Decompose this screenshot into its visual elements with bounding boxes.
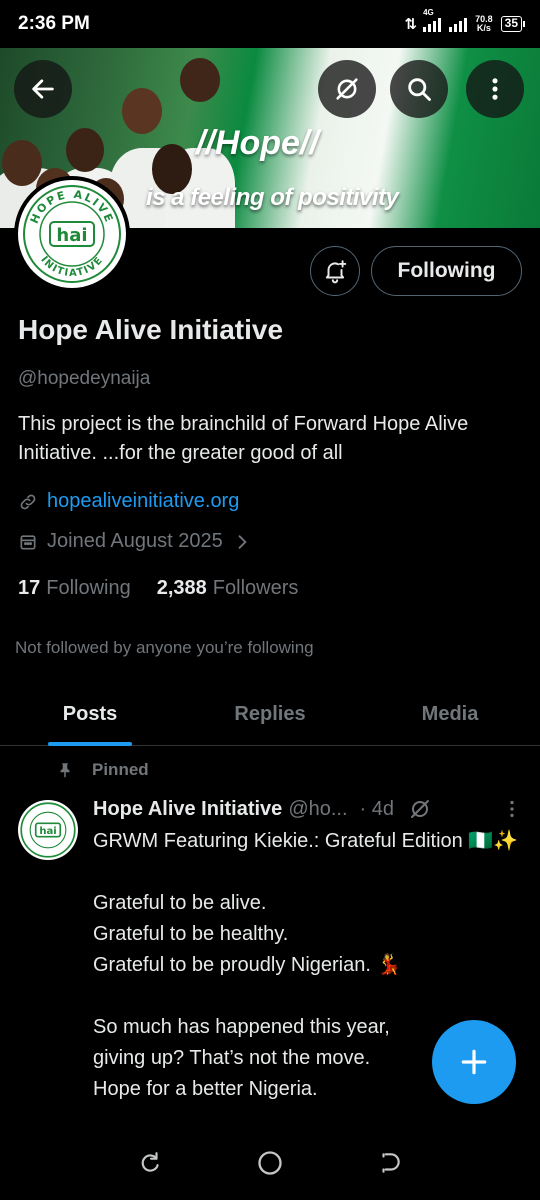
compose-fab[interactable] — [432, 1020, 516, 1104]
tab-posts[interactable]: Posts — [0, 684, 180, 745]
website-link[interactable]: hopealiveinitiative.org — [47, 490, 239, 513]
banner-subline: is a feeling of positivity — [146, 184, 399, 211]
system-nav-bar — [0, 1130, 540, 1200]
joined-row[interactable]: Joined August 2025 — [18, 530, 252, 553]
hai-logo-small: hai — [20, 802, 76, 858]
post-author-handle[interactable]: @ho... — [288, 798, 347, 821]
post-more-button[interactable] — [501, 798, 523, 820]
back-nav-button[interactable] — [377, 1150, 403, 1181]
hai-logo: HOPE ALIVE INITIATIVE hai — [18, 180, 126, 288]
plus-icon — [461, 1049, 487, 1075]
signal-icon-2 — [449, 16, 468, 32]
tab-posts-label: Posts — [62, 703, 118, 725]
post-grok-button[interactable] — [408, 797, 432, 821]
post-header: Hope Alive Initiative @ho... · 4d — [93, 797, 523, 821]
following-stat[interactable]: 17 Following — [18, 577, 131, 600]
profile-bio: This project is the brainchild of Forwar… — [18, 413, 469, 464]
recents-button[interactable] — [137, 1150, 163, 1181]
follow-stats: 17 Following 2,388 Followers — [18, 577, 298, 600]
tab-media[interactable]: Media — [360, 684, 540, 745]
network-type: 4G — [423, 8, 434, 17]
post-line: GRWM Featuring Kiekie.: Grateful Edition… — [93, 830, 519, 852]
tab-replies-label: Replies — [234, 703, 306, 725]
followers-stat[interactable]: 2,388 Followers — [157, 577, 299, 600]
following-label: Following — [46, 577, 131, 599]
logo-mark-text: hai — [56, 225, 87, 246]
calendar-icon — [20, 534, 36, 549]
net-speed: 70.8 K/s — [475, 15, 493, 33]
battery-icon: 35 — [500, 16, 526, 32]
net-speed-unit: K/s — [476, 23, 491, 33]
profile-avatar[interactable]: HOPE ALIVE INITIATIVE hai — [14, 176, 130, 292]
search-icon — [408, 78, 431, 101]
post-line: Grateful to be healthy. — [93, 923, 289, 945]
pinned-label: Pinned — [92, 760, 149, 779]
more-vertical-icon — [510, 800, 514, 818]
notify-button[interactable] — [310, 246, 360, 296]
status-icons: ⇅ 4G 70.8 K/s 35 — [404, 8, 526, 33]
followers-count: 2,388 — [156, 577, 207, 599]
data-transfer-icon: ⇅ — [404, 16, 418, 33]
grok-slash-circle-icon — [411, 800, 429, 818]
post-line: Grateful to be proudly Nigerian. 💃 — [93, 954, 402, 976]
status-bar: 2:36 PM ⇅ 4G 70.8 K/s 35 — [0, 0, 540, 48]
more-vertical-icon — [492, 78, 498, 100]
active-tab-indicator — [48, 742, 132, 746]
followers-label: Followers — [212, 577, 299, 599]
banner-headline: //Hope// — [196, 124, 319, 162]
grok-slash-circle-icon — [336, 78, 358, 100]
chevron-right-icon — [238, 534, 247, 549]
profile-handle: @hopedeynaija — [18, 368, 151, 389]
back-nav-icon — [382, 1152, 400, 1173]
tab-replies[interactable]: Replies — [180, 684, 360, 745]
post-author-name[interactable]: Hope Alive Initiative — [93, 798, 282, 821]
arrow-left-icon — [32, 79, 54, 99]
pin-icon — [60, 763, 70, 778]
following-button[interactable]: Following — [371, 246, 522, 296]
website-row[interactable]: hopealiveinitiative.org — [18, 490, 239, 513]
bell-plus-icon — [325, 260, 347, 284]
back-button[interactable] — [14, 60, 72, 118]
grok-button[interactable] — [318, 60, 376, 118]
more-button[interactable] — [466, 60, 524, 118]
logo-small-mark: hai — [39, 826, 56, 837]
status-time: 2:36 PM — [18, 13, 90, 34]
tab-media-label: Media — [421, 703, 479, 725]
post-author-avatar[interactable]: hai — [18, 800, 78, 860]
pinned-row: Pinned — [56, 760, 149, 780]
home-circle-icon — [258, 1150, 282, 1175]
joined-text: Joined August 2025 — [47, 530, 223, 552]
search-button[interactable] — [390, 60, 448, 118]
recents-icon — [141, 1151, 159, 1172]
post-line: Grateful to be alive. — [93, 892, 267, 914]
signal-icon: 4G — [423, 8, 442, 32]
link-icon — [20, 494, 36, 509]
post-time[interactable]: · 4d — [360, 798, 394, 821]
following-count: 17 — [18, 577, 41, 599]
not-followed-note: Not followed by anyone you’re following — [15, 638, 314, 657]
profile-tabs: Posts Replies Media — [0, 684, 540, 746]
home-button[interactable] — [256, 1149, 284, 1182]
display-name: Hope Alive Initiative — [18, 314, 284, 345]
